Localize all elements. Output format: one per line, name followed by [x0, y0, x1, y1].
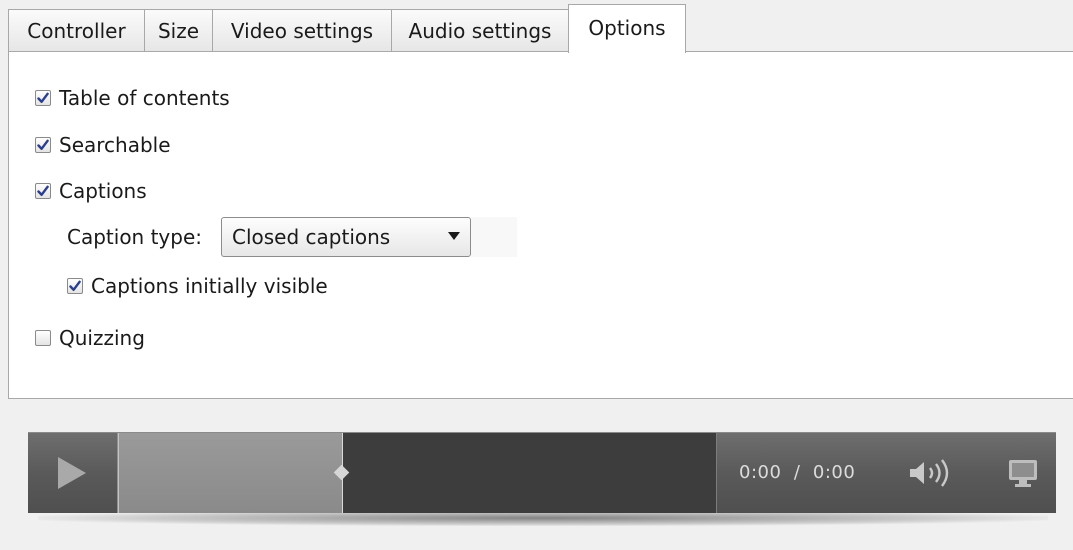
- tab-options[interactable]: Options: [568, 4, 686, 53]
- fullscreen-button[interactable]: [1008, 457, 1038, 489]
- tab-audio-settings[interactable]: Audio settings: [391, 9, 569, 52]
- option-searchable: Searchable: [35, 131, 171, 159]
- searchable-label: Searchable: [59, 133, 171, 157]
- option-table-of-contents: Table of contents: [35, 84, 230, 112]
- captions-label: Captions: [59, 179, 147, 203]
- play-icon: [58, 457, 86, 489]
- table-of-contents-label: Table of contents: [59, 86, 230, 110]
- seek-progress: [118, 433, 342, 513]
- duration: 0:00: [812, 462, 856, 483]
- option-captions: Captions: [35, 177, 147, 205]
- option-captions-initially-visible: Captions initially visible: [67, 272, 328, 300]
- tab-size[interactable]: Size: [144, 9, 213, 52]
- play-button[interactable]: [28, 433, 117, 513]
- checkmark-icon: [69, 280, 81, 291]
- captions-initially-visible-label: Captions initially visible: [91, 274, 328, 298]
- checkmark-icon: [37, 185, 49, 196]
- searchable-checkbox[interactable]: [35, 137, 51, 153]
- dropdown-arrow-icon: [448, 232, 460, 240]
- caption-type-dropdown[interactable]: Closed captions: [221, 217, 471, 257]
- video-player-controls: 0:00 / 0:00: [28, 432, 1056, 513]
- volume-button[interactable]: [908, 457, 964, 489]
- fullscreen-icon: [1009, 460, 1037, 487]
- checkmark-icon: [37, 139, 49, 150]
- quizzing-checkbox[interactable]: [35, 330, 51, 346]
- tab-strip: Controller Size Video settings Audio set…: [0, 0, 1073, 53]
- caption-type-label: Caption type:: [67, 225, 202, 249]
- tab-video-settings[interactable]: Video settings: [212, 9, 392, 52]
- caption-type-select-backdrop: [471, 217, 517, 257]
- table-of-contents-checkbox[interactable]: [35, 90, 51, 106]
- options-panel: Table of contents Searchable Captions Ca…: [8, 51, 1073, 399]
- captions-checkbox[interactable]: [35, 183, 51, 199]
- divider: [716, 433, 717, 513]
- current-time: 0:00: [739, 462, 782, 483]
- tab-controller[interactable]: Controller: [8, 9, 145, 52]
- quizzing-label: Quizzing: [59, 326, 145, 350]
- seek-start-line: [118, 433, 119, 513]
- checkmark-icon: [37, 92, 49, 103]
- seek-bar[interactable]: [118, 433, 716, 513]
- option-quizzing: Quizzing: [35, 324, 145, 352]
- volume-icon: [910, 459, 949, 487]
- captions-initially-visible-checkbox[interactable]: [67, 278, 83, 294]
- caption-type-value: Closed captions: [232, 225, 391, 249]
- time-display: 0:00 / 0:00: [739, 433, 855, 513]
